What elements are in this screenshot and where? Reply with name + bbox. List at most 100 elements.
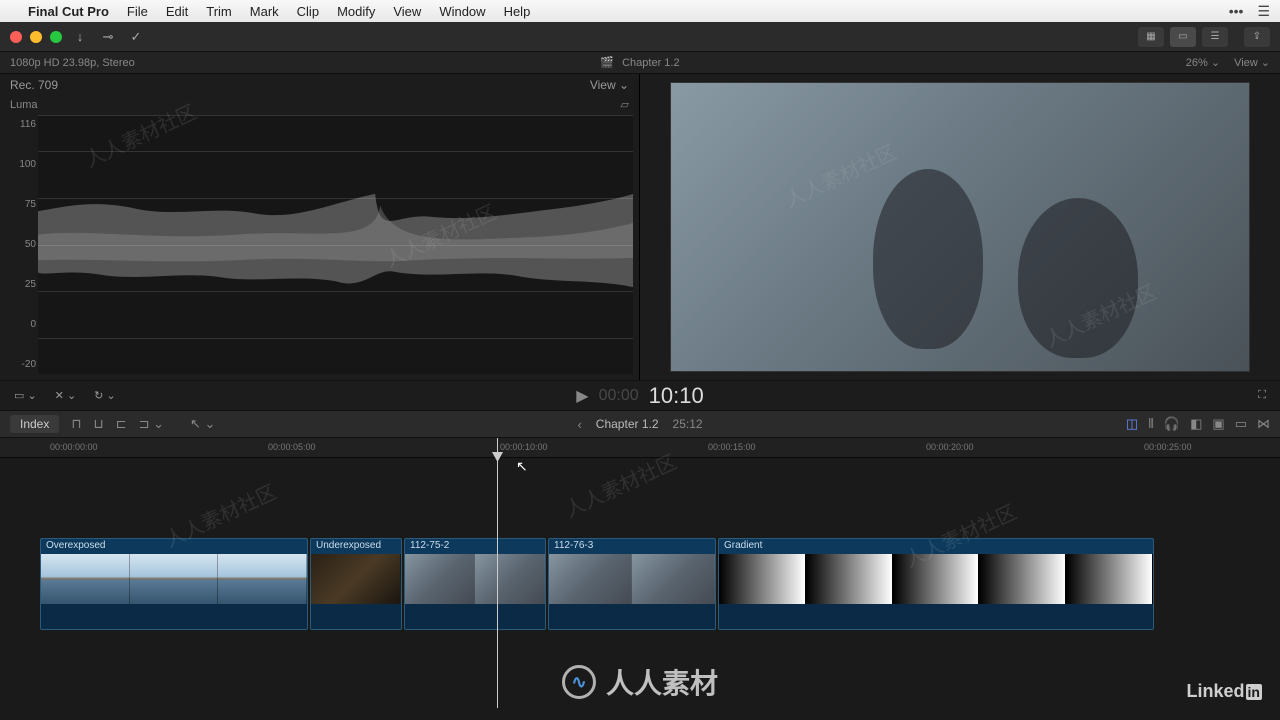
menu-mark[interactable]: Mark bbox=[250, 4, 279, 19]
scopes-view-menu[interactable]: View ⌄ bbox=[590, 78, 629, 92]
clip-thumbnail bbox=[979, 554, 1066, 604]
clip-audio bbox=[719, 604, 1153, 629]
clip-thumbnail bbox=[893, 554, 980, 604]
ruler-mark: 00:00:05:00 bbox=[268, 442, 316, 452]
clip-label: Overexposed bbox=[44, 539, 107, 552]
share-icon[interactable]: ⇪ bbox=[1244, 27, 1270, 47]
app-name[interactable]: Final Cut Pro bbox=[28, 4, 109, 19]
timeline-display-icon[interactable]: ▣ bbox=[1212, 416, 1224, 432]
mac-menubar: Final Cut Pro File Edit Trim Mark Clip M… bbox=[0, 0, 1280, 22]
clip-audio bbox=[311, 604, 401, 629]
clip-audio bbox=[549, 604, 715, 629]
ruler-mark: 00:00:00:00 bbox=[50, 442, 98, 452]
snapping-icon[interactable]: ◧ bbox=[1190, 416, 1202, 432]
timecode: 10:10 bbox=[649, 383, 704, 409]
clip-thumbnail bbox=[130, 554, 219, 604]
clip-audio bbox=[405, 604, 545, 629]
linkedin-watermark: Linkedin bbox=[1187, 681, 1262, 702]
video-scopes: Rec. 709 View ⌄ Luma ▱ 116 100 75 50 25 … bbox=[0, 74, 640, 380]
menu-clip[interactable]: Clip bbox=[297, 4, 319, 19]
timeline-layout-icon[interactable]: ▭ bbox=[1170, 27, 1196, 47]
clip-label: 112-76-3 bbox=[552, 539, 595, 552]
index-button[interactable]: Index bbox=[10, 415, 59, 433]
timeline-back-icon[interactable]: ‹ bbox=[577, 417, 581, 432]
clip-thumbnail bbox=[549, 554, 632, 604]
view-menu-viewer[interactable]: View ⌄ bbox=[1234, 56, 1270, 69]
minimize-window-icon[interactable] bbox=[30, 31, 42, 43]
infobar: 1080p HD 23.98p, Stereo 🎬 Chapter 1.2 26… bbox=[0, 52, 1280, 74]
clip-thumbnail bbox=[41, 554, 130, 604]
zoom-level[interactable]: 26% ⌄ bbox=[1186, 56, 1220, 69]
clip-label: Underexposed bbox=[314, 539, 383, 552]
clip[interactable]: 112-75-2 bbox=[404, 538, 546, 630]
clip-label: 112-75-2 bbox=[408, 539, 451, 552]
clip-appearance-icon[interactable]: ▭ ⌄ bbox=[10, 387, 41, 404]
clip-thumbnail bbox=[218, 554, 307, 604]
ruler-mark: 00:00:25:00 bbox=[1144, 442, 1192, 452]
play-icon[interactable]: ▶ bbox=[576, 386, 588, 406]
clip-thumbnail bbox=[806, 554, 893, 604]
clip[interactable]: 112-76-3 bbox=[548, 538, 716, 630]
clip-thumbnail bbox=[719, 554, 806, 604]
scope-settings-icon[interactable]: ▱ bbox=[621, 98, 629, 111]
scope-type-label: Luma bbox=[10, 99, 38, 111]
clip-filter-icon[interactable]: ✕ ⌄ bbox=[51, 387, 81, 404]
menu-file[interactable]: File bbox=[127, 4, 148, 19]
timeline-header: Index ⊓ ⊔ ⊏ ⊐ ⌄ ↖ ⌄ ‹ Chapter 1.2 25:12 … bbox=[0, 410, 1280, 438]
clip-thumbnail bbox=[475, 554, 545, 604]
clip[interactable]: Overexposed bbox=[40, 538, 308, 630]
format-label: 1080p HD 23.98p, Stereo bbox=[10, 57, 135, 69]
ruler-mark: 00:00:10:00 bbox=[500, 442, 548, 452]
timecode-dim: 00:00 bbox=[599, 387, 639, 405]
waveform-yaxis: 116 100 75 50 25 0 -20 bbox=[8, 115, 36, 374]
transport-bar: ▭ ⌄ ✕ ⌄ ↻ ⌄ ▶ 00:00 10:10 ⛶ bbox=[0, 380, 1280, 410]
luma-waveform[interactable]: 116 100 75 50 25 0 -20 bbox=[38, 115, 633, 374]
clip-thumbnail bbox=[405, 554, 475, 604]
playhead[interactable] bbox=[497, 438, 498, 708]
menu-view[interactable]: View bbox=[393, 4, 421, 19]
primary-storyline[interactable]: Overexposed Underexposed 112-75-2 112-76-3 G… bbox=[40, 538, 1240, 630]
timeline-ruler[interactable]: 00:00:00:00 00:00:05:00 00:00:10:00 00:0… bbox=[0, 438, 1280, 458]
menuextra-list-icon[interactable]: ☰ bbox=[1257, 3, 1270, 20]
append-clip-icon[interactable]: ⊏ bbox=[116, 416, 127, 432]
connect-clip-icon[interactable]: ⊓ bbox=[71, 416, 81, 432]
keyword-icon[interactable]: ⊸ bbox=[98, 27, 118, 47]
menu-trim[interactable]: Trim bbox=[206, 4, 232, 19]
menu-window[interactable]: Window bbox=[439, 4, 485, 19]
browser-layout-icon[interactable]: ▦ bbox=[1138, 27, 1164, 47]
timeline[interactable]: 00:00:00:00 00:00:05:00 00:00:10:00 00:0… bbox=[0, 438, 1280, 708]
background-tasks-icon[interactable]: ✓ bbox=[126, 27, 146, 47]
insert-clip-icon[interactable]: ⊔ bbox=[94, 416, 104, 432]
timeline-project-name[interactable]: Chapter 1.2 bbox=[596, 417, 659, 431]
viewer-canvas[interactable] bbox=[670, 82, 1250, 372]
menuextra-dots-icon[interactable]: ••• bbox=[1229, 3, 1244, 20]
menu-modify[interactable]: Modify bbox=[337, 4, 375, 19]
upper-pane: Rec. 709 View ⌄ Luma ▱ 116 100 75 50 25 … bbox=[0, 74, 1280, 380]
timeline-duration: 25:12 bbox=[673, 417, 703, 431]
menu-help[interactable]: Help bbox=[504, 4, 531, 19]
transitions-icon[interactable]: ⋈ bbox=[1257, 416, 1270, 432]
clip[interactable]: Gradient bbox=[718, 538, 1154, 630]
clip-label: Gradient bbox=[722, 539, 764, 552]
clip-duration-icon[interactable]: ↻ ⌄ bbox=[90, 387, 120, 404]
clip[interactable]: Underexposed bbox=[310, 538, 402, 630]
clip-thumbnail bbox=[632, 554, 715, 604]
audio-skimming-icon[interactable]: ⦀ bbox=[1148, 416, 1154, 432]
program-viewer bbox=[640, 74, 1280, 380]
fullscreen-icon[interactable]: ⛶ bbox=[1254, 387, 1270, 404]
zoom-window-icon[interactable] bbox=[50, 31, 62, 43]
overwrite-clip-icon[interactable]: ⊐ ⌄ bbox=[139, 416, 164, 432]
select-tool-icon[interactable]: ↖ ⌄ bbox=[190, 416, 215, 432]
ruler-mark: 00:00:20:00 bbox=[926, 442, 974, 452]
clip-thumbnail bbox=[311, 554, 401, 604]
skimming-icon[interactable]: ◫ bbox=[1126, 416, 1138, 432]
menu-edit[interactable]: Edit bbox=[166, 4, 188, 19]
clapper-icon[interactable]: 🎬 bbox=[600, 56, 614, 69]
project-name[interactable]: Chapter 1.2 bbox=[622, 57, 679, 69]
effects-icon[interactable]: ▭ bbox=[1235, 416, 1247, 432]
import-icon[interactable]: ↓ bbox=[70, 27, 90, 47]
inspector-icon[interactable]: ☰ bbox=[1202, 27, 1228, 47]
close-window-icon[interactable] bbox=[10, 31, 22, 43]
scopes-colorspace: Rec. 709 bbox=[10, 78, 58, 92]
solo-icon[interactable]: 🎧 bbox=[1164, 416, 1180, 432]
